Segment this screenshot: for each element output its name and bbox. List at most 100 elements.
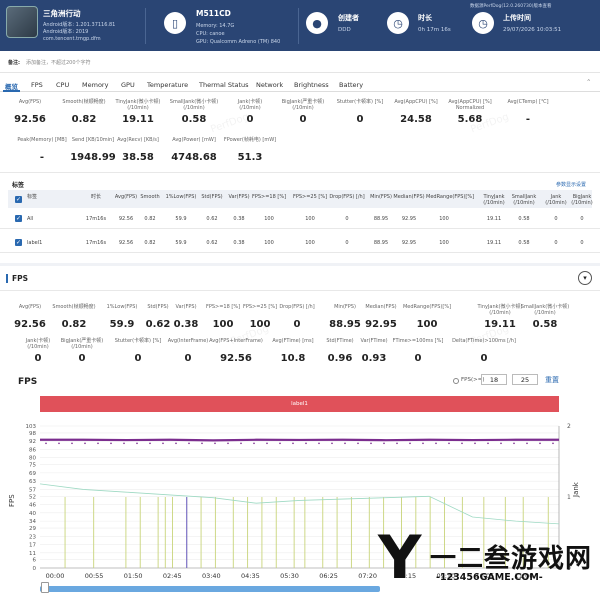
table-cell: 100	[305, 240, 315, 246]
note-row: 备注: 添加备注，不超过200个字符	[0, 51, 600, 73]
header-divider	[145, 8, 146, 44]
fps-point	[383, 442, 385, 445]
y-tick-label: 57	[29, 487, 36, 493]
note-input[interactable]: 添加备注，不超过200个字符	[26, 59, 91, 66]
metric-label: Avg(CTemp) [℃]	[507, 99, 549, 105]
fps-point	[370, 442, 372, 445]
fps-section-title: FPS	[12, 274, 29, 283]
table-header-cell: Median(FPS)	[393, 194, 425, 200]
threshold-toggle[interactable]	[453, 378, 459, 384]
metric-value: 0.58	[532, 319, 558, 330]
tab-battery[interactable]: Battery	[339, 81, 363, 89]
threshold-input-b[interactable]: 25	[512, 374, 538, 385]
fps-point	[396, 442, 398, 445]
user-icon: ●	[306, 12, 328, 34]
tab-thermal-status[interactable]: Thermal Status	[199, 81, 249, 89]
fps-point	[292, 442, 294, 445]
fps-point	[435, 442, 437, 445]
fps-point	[526, 442, 528, 445]
reset-button[interactable]: 重置	[545, 375, 559, 385]
tab-memory[interactable]: Memory	[82, 81, 108, 89]
y-tick-label: 29	[29, 526, 36, 532]
fps-section-marker	[6, 274, 8, 283]
note-label: 备注:	[8, 60, 20, 66]
upload-value: 29/07/2026 10:03:51	[503, 27, 562, 33]
divider	[0, 228, 600, 229]
fps-point	[84, 442, 86, 445]
y-tick-label: 17	[29, 543, 36, 549]
fps-point	[513, 442, 515, 445]
fps-point	[110, 442, 112, 445]
table-header-cell: FPS>=18 [%]	[251, 194, 287, 200]
fps-point	[500, 442, 502, 445]
report-header: 三角洲行动 Android版本: 1.201.37116.81 Android版…	[0, 0, 600, 51]
table-cell: 100	[264, 216, 274, 222]
tab-fps[interactable]: FPS	[31, 81, 43, 89]
fps-point	[487, 442, 489, 445]
y2-tick-label: 1	[567, 494, 571, 501]
tab-gpu[interactable]: GPU	[121, 81, 135, 89]
metric-value: 100	[416, 319, 438, 330]
table-cell: 0	[345, 216, 349, 222]
select-all-checkbox[interactable]: ✓	[15, 196, 22, 203]
y-tick-label: 40	[29, 511, 36, 517]
table-header-cell: MedRange(FPS)[%]	[426, 194, 475, 200]
y-tick-label: 92	[29, 439, 36, 445]
row-checkbox[interactable]: ✓	[15, 239, 22, 246]
brand-subtitle: -123456GAME.COM-	[436, 572, 543, 583]
x-tick-label: 01:50	[124, 572, 143, 580]
row-checkbox[interactable]: ✓	[15, 215, 22, 222]
y-tick-label: 52	[29, 494, 36, 500]
x-tick-label: 00:00	[46, 572, 65, 580]
y-tick-label: 98	[29, 431, 36, 437]
tab-network[interactable]: Network	[256, 81, 283, 89]
tab-underline	[3, 90, 20, 92]
y-tick-label: 46	[29, 503, 36, 509]
table-cell: label1	[27, 240, 43, 246]
y-tick-label: 34	[29, 519, 36, 525]
fps-point	[318, 442, 320, 445]
table-cell: 0	[345, 240, 349, 246]
y-tick-label: 63	[29, 479, 36, 485]
y-tick-label: 6	[33, 558, 37, 564]
fps-point	[97, 442, 99, 445]
threshold-input-a[interactable]: 18	[481, 374, 507, 385]
device-memory: Memory: 14.7G	[196, 23, 235, 29]
label-band[interactable]: label1	[40, 396, 559, 412]
fps-point	[331, 442, 333, 445]
x-tick-label: 03:40	[202, 572, 221, 580]
label-band-text: label1	[291, 401, 308, 407]
table-header-cell: SmallJank (/10min)	[511, 194, 537, 206]
creator-value: DDD	[338, 27, 351, 33]
tab-brightness[interactable]: Brightness	[294, 81, 329, 89]
clock-icon: ◷	[387, 12, 409, 34]
y-tick-label: 69	[29, 471, 36, 477]
x-tick-label: 00:55	[85, 572, 104, 580]
tab-cpu[interactable]: CPU	[56, 81, 69, 89]
table-cell: 0.58	[518, 216, 530, 222]
app-name: 三角洲行动	[43, 9, 81, 18]
fps-point	[539, 442, 541, 445]
scroll-handle[interactable]	[41, 582, 49, 593]
table-cell: 0	[580, 240, 584, 246]
version-link[interactable]: 数据源PerfDog(12.0.260730)版本查看	[470, 3, 551, 9]
y-tick-label: 86	[29, 447, 36, 453]
android-level: Android版本: 2019	[43, 29, 89, 35]
fps-point	[253, 442, 255, 445]
x-tick-label: 02:45	[163, 572, 182, 580]
x-tick-label: 06:25	[319, 572, 338, 580]
x-tick-label: 05:30	[280, 572, 299, 580]
divider	[0, 252, 600, 253]
timeline-scrollbar[interactable]	[40, 586, 380, 592]
fps-collapse-button[interactable]: ▾	[578, 271, 592, 285]
fps-point	[409, 442, 411, 445]
table-cell: 92.95	[401, 216, 417, 222]
table-header-cell: BigJank (/10min)	[571, 194, 593, 206]
collapse-icon[interactable]: ⌃	[586, 78, 591, 86]
tab-temperature[interactable]: Temperature	[147, 81, 188, 89]
fps-point	[58, 442, 60, 445]
param-settings-link[interactable]: 参数显示设置	[556, 181, 586, 188]
series-line	[39, 483, 560, 525]
table-cell: 100	[264, 240, 274, 246]
fps-point	[149, 442, 151, 445]
